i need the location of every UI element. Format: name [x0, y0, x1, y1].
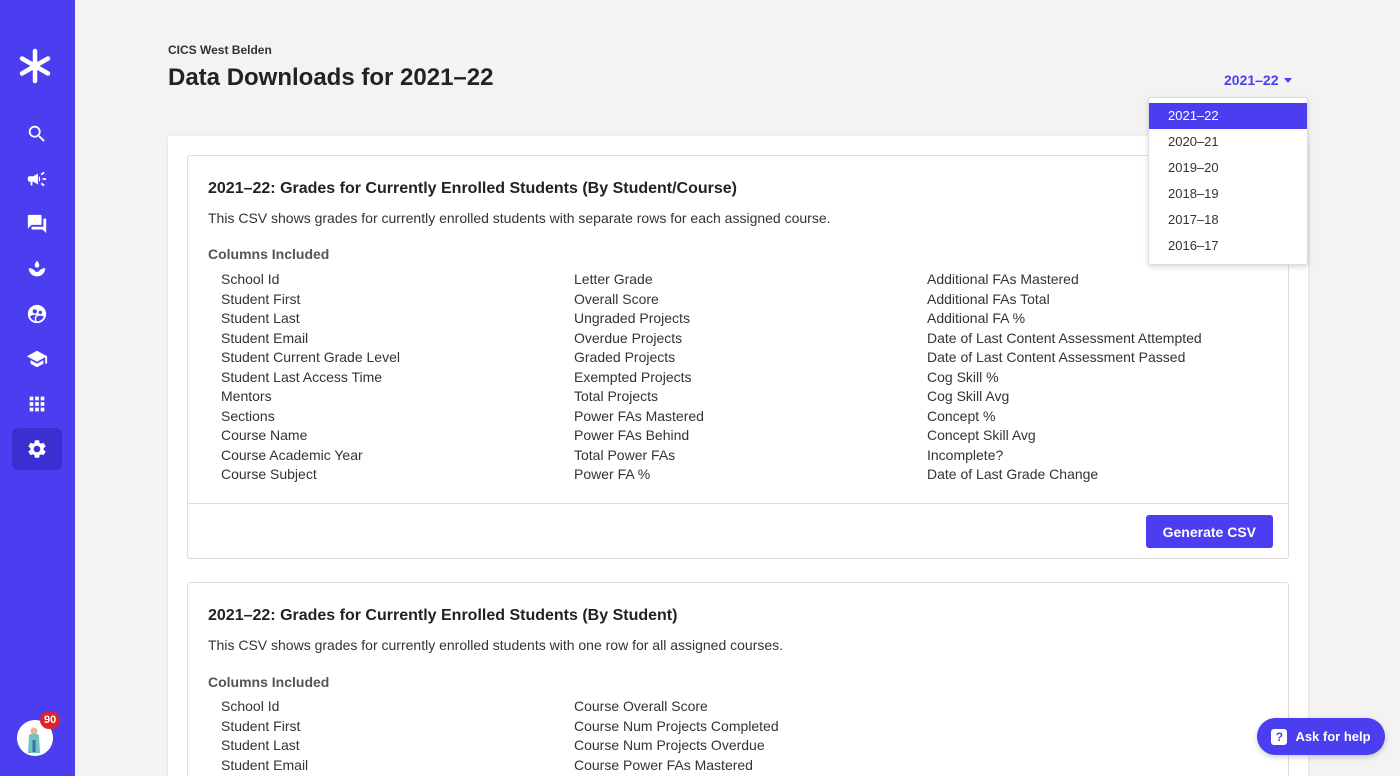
column-name: Cog Skill % — [927, 368, 999, 385]
column-name: Student Email — [221, 329, 309, 346]
column-name: Sections — [221, 407, 275, 424]
columns-list: Course Overall Score Course Num Projects… — [574, 697, 779, 775]
download-card: 2021–22: Grades for Currently Enrolled S… — [187, 155, 1289, 559]
column-name: Student Current Grade Level — [221, 349, 400, 365]
search-icon — [28, 125, 45, 142]
column-name: Course Num Projects Overdue — [574, 737, 765, 753]
column-name: Ungraded Projects — [574, 310, 690, 326]
column-name: Power FA % — [574, 466, 651, 482]
column-name: Additional FAs Mastered — [927, 271, 1079, 287]
column-name: Student Email — [221, 756, 309, 773]
column-name: Power FAs Mastered — [574, 407, 704, 424]
column-name: Date of Last Content Assessment Passed — [927, 349, 1186, 365]
column-name: Student First — [221, 717, 301, 734]
column-name: Student Last Access Time — [221, 368, 383, 385]
columns-list: Additional FAs Mastered Additional FAs T… — [927, 270, 1202, 485]
page-title: Data Downloads for 2021–22 — [168, 64, 494, 91]
help-question-icon: ? — [1271, 728, 1288, 745]
column-name: Exempted Projects — [574, 368, 692, 385]
graduation-cap-icon — [26, 350, 48, 368]
year-option[interactable]: 2016–17 — [1149, 233, 1307, 259]
sidebar-item-settings[interactable] — [12, 428, 62, 470]
sidebar-item-courses[interactable] — [12, 338, 62, 380]
card-description: This CSV shows grades for currently enro… — [208, 637, 784, 653]
column-name: Incomplete? — [927, 446, 1004, 463]
download-card: 2021–22: Grades for Currently Enrolled S… — [187, 582, 1289, 776]
chat-icon — [27, 214, 47, 234]
column-name: Date of Last Content Assessment Attempte… — [927, 329, 1202, 346]
column-name: Concept % — [927, 407, 996, 424]
columns-list: Letter Grade Overall Score Ungraded Proj… — [574, 270, 704, 485]
year-option[interactable]: 2018–19 — [1149, 181, 1307, 207]
year-option[interactable]: 2020–21 — [1149, 129, 1307, 155]
year-option[interactable]: 2021–22 — [1149, 103, 1307, 129]
column-name: Course Subject — [221, 466, 317, 482]
column-name: Additional FA % — [927, 310, 1026, 326]
sidebar-item-community[interactable] — [12, 293, 62, 335]
sidebar-item-apps[interactable] — [12, 383, 62, 425]
sidebar-item-mentoring[interactable] — [12, 248, 62, 290]
column-name: Total Projects — [574, 388, 659, 404]
column-name: Overdue Projects — [574, 329, 683, 346]
asterisk-logo-icon[interactable] — [17, 48, 53, 84]
help-button-label: Ask for help — [1295, 729, 1371, 744]
column-name: Power FAs Behind — [574, 427, 690, 443]
grid-icon — [29, 396, 45, 412]
year-option[interactable]: 2017–18 — [1149, 207, 1307, 233]
card-title: 2021–22: Grades for Currently Enrolled S… — [208, 180, 738, 197]
megaphone-icon — [27, 171, 47, 187]
card-footer: Generate CSV — [188, 503, 1288, 559]
hand-seedling-icon — [28, 260, 46, 277]
columns-included-label: Columns Included — [208, 674, 330, 690]
community-icon — [27, 304, 47, 324]
column-name: School Id — [221, 271, 280, 287]
column-name: Course Name — [221, 427, 308, 443]
sidebar-item-search[interactable] — [12, 113, 62, 155]
column-name: Student Last — [221, 737, 300, 753]
year-dropdown-menu: 2021–22 2020–21 2019–20 2018–19 2017–18 … — [1148, 97, 1308, 265]
column-name: Graded Projects — [574, 349, 676, 365]
caret-down-icon — [1283, 77, 1292, 83]
columns-included-label: Columns Included — [208, 246, 330, 262]
column-name: Course Academic Year — [221, 446, 363, 463]
column-name: School Id — [221, 698, 280, 714]
ask-for-help-button[interactable]: ? Ask for help — [1257, 718, 1385, 755]
column-name: Letter Grade — [574, 271, 653, 287]
generate-csv-button[interactable]: Generate CSV — [1145, 515, 1273, 548]
column-name: Overall Score — [574, 290, 659, 307]
column-name: Total Power FAs — [574, 446, 676, 463]
year-selector-value: 2021–22 — [1224, 72, 1279, 88]
column-name: Course Num Projects Completed — [574, 717, 779, 734]
column-name: Cog Skill Avg — [927, 388, 1010, 404]
school-name: CICS West Belden — [168, 43, 272, 57]
year-option[interactable]: 2019–20 — [1149, 155, 1307, 181]
column-name: Concept Skill Avg — [927, 427, 1036, 443]
column-name: Date of Last Grade Change — [927, 466, 1099, 482]
column-name: Course Power FAs Mastered — [574, 756, 753, 773]
sidebar: 90 — [0, 0, 75, 776]
year-selector-toggle[interactable]: 2021–22 — [1224, 72, 1292, 88]
sidebar-item-announcements[interactable] — [12, 158, 62, 200]
gear-icon — [28, 440, 46, 458]
column-name: Course Overall Score — [574, 698, 708, 714]
column-name: Mentors — [221, 388, 272, 404]
sidebar-item-messages[interactable] — [12, 203, 62, 245]
notification-badge: 90 — [40, 711, 61, 729]
columns-list: School Id Student First Student Last Stu… — [221, 697, 308, 775]
column-name: Additional FAs Total — [927, 290, 1050, 307]
card-title: 2021–22: Grades for Currently Enrolled S… — [208, 607, 678, 624]
column-name: Student First — [221, 290, 301, 307]
card-description: This CSV shows grades for currently enro… — [208, 210, 831, 226]
columns-list: School Id Student First Student Last Stu… — [221, 270, 400, 485]
column-name: Student Last — [221, 310, 300, 326]
